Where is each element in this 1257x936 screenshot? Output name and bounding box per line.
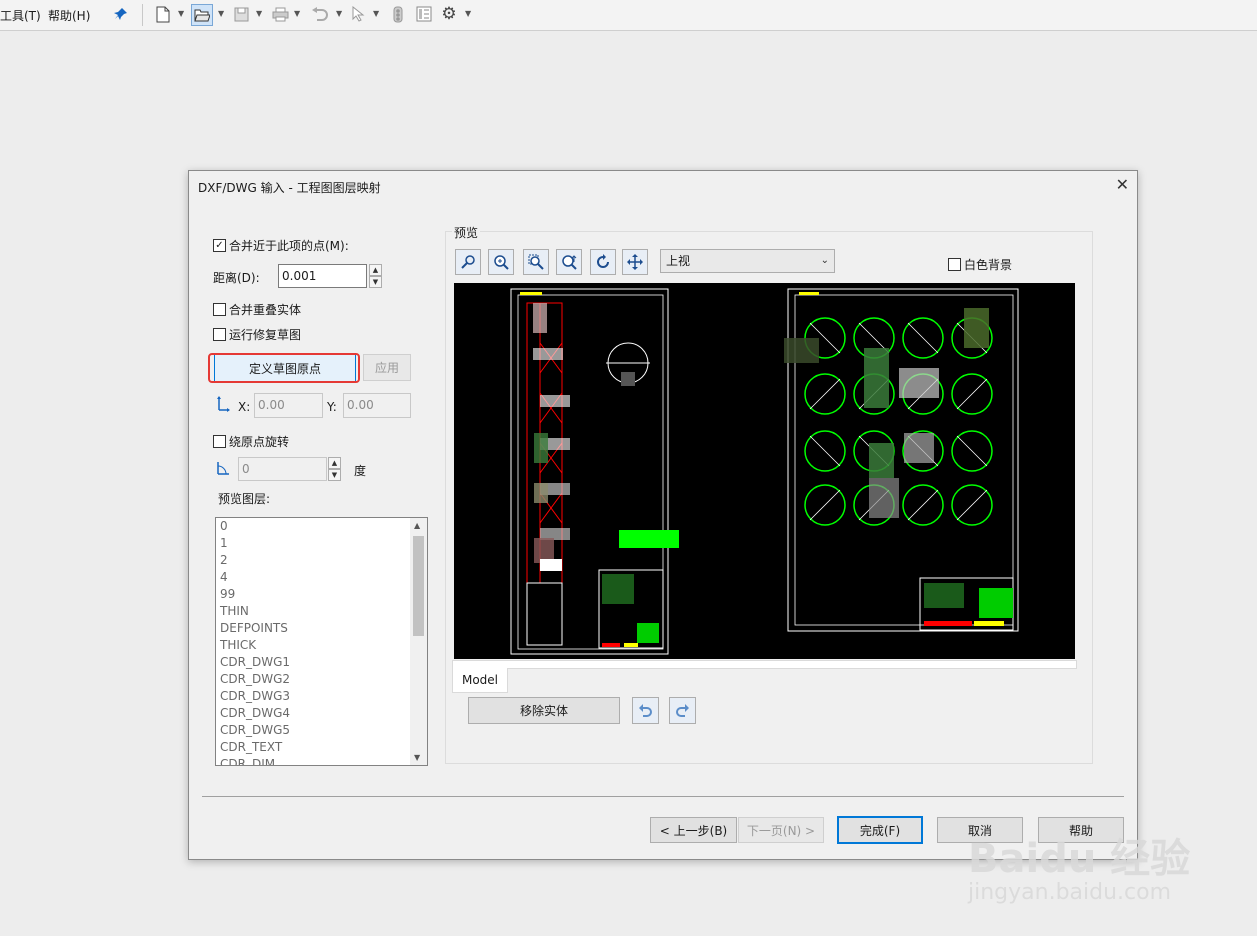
- axes-icon: [216, 396, 230, 416]
- zoom-window-icon[interactable]: [523, 249, 549, 275]
- watermark-logo: Baidu 经验: [968, 836, 1191, 882]
- zoom-fit-icon[interactable]: [455, 249, 481, 275]
- layers-scrollbar[interactable]: ▲ ▼: [410, 518, 427, 765]
- pan-icon[interactable]: [622, 249, 648, 275]
- new-file-icon[interactable]: [153, 4, 173, 24]
- view-select-value: 上视: [666, 254, 691, 268]
- angle-spin-down[interactable]: ▼: [328, 469, 341, 481]
- rotate-angle-icon: [215, 461, 230, 479]
- open-file-icon[interactable]: [191, 4, 213, 26]
- layers-listbox[interactable]: 0 1 2 4 99 THIN DEFPOINTS THICK CDR_DWG1…: [215, 517, 428, 766]
- dxf-import-dialog: DXF/DWG 输入 - 工程图图层映射 ✕ ✓ 合并近于此项的点(M): 距离…: [188, 170, 1138, 860]
- menu-help[interactable]: 帮助(H): [48, 7, 90, 24]
- chevron-down-icon[interactable]: ⌄: [821, 250, 829, 272]
- preview-layers-label: 预览图层:: [218, 492, 271, 506]
- gear-dropdown-icon[interactable]: ▼: [465, 9, 471, 18]
- view-select[interactable]: 上视 ⌄: [660, 249, 835, 273]
- canvas-hscroll[interactable]: [452, 660, 1077, 669]
- scroll-down-icon[interactable]: ▼: [414, 753, 420, 762]
- list-item[interactable]: CDR_DWG5: [216, 722, 410, 739]
- apply-button[interactable]: 应用: [363, 354, 411, 381]
- list-item[interactable]: CDR_DWG4: [216, 705, 410, 722]
- scroll-up-icon[interactable]: ▲: [414, 521, 420, 530]
- list-item[interactable]: CDR_TEXT: [216, 739, 410, 756]
- run-repair-checkbox[interactable]: 运行修复草图: [213, 326, 301, 343]
- open-dropdown-icon[interactable]: ▼: [218, 9, 224, 18]
- redo-remove-icon[interactable]: [669, 697, 696, 724]
- undo-icon[interactable]: [309, 4, 329, 24]
- rotate-label: 绕原点旋转: [229, 435, 290, 449]
- save-icon[interactable]: [231, 4, 251, 24]
- merge-points-label: 合并近于此项的点(M):: [229, 239, 349, 253]
- new-dropdown-icon[interactable]: ▼: [178, 9, 184, 18]
- y-input[interactable]: 0.00: [343, 393, 411, 418]
- white-bg-checkbox[interactable]: 白色背景: [948, 256, 1012, 273]
- angle-unit: 度: [354, 464, 367, 478]
- gear-icon[interactable]: ⚙: [439, 4, 459, 24]
- zoom-in-icon[interactable]: [488, 249, 514, 275]
- select-icon[interactable]: [348, 4, 368, 24]
- dialog-title: DXF/DWG 输入 - 工程图图层映射: [198, 181, 381, 195]
- tab-model[interactable]: Model: [452, 668, 508, 693]
- print-dropdown-icon[interactable]: ▼: [294, 9, 300, 18]
- list-item[interactable]: 4: [216, 569, 410, 586]
- menu-tools[interactable]: 工具(T): [0, 7, 41, 24]
- save-dropdown-icon[interactable]: ▼: [256, 9, 262, 18]
- list-item[interactable]: CDR_DWG3: [216, 688, 410, 705]
- list-item[interactable]: THIN: [216, 603, 410, 620]
- highlight-box: [208, 353, 360, 383]
- undo-remove-icon[interactable]: [632, 697, 659, 724]
- scroll-thumb[interactable]: [413, 536, 424, 636]
- finish-button[interactable]: 完成(F): [837, 816, 923, 844]
- list-item[interactable]: DEFPOINTS: [216, 620, 410, 637]
- list-item[interactable]: 0: [216, 518, 410, 535]
- merge-points-checkbox[interactable]: ✓ 合并近于此项的点(M):: [213, 237, 349, 254]
- list-item[interactable]: 99: [216, 586, 410, 603]
- checkbox-checked-icon[interactable]: ✓: [213, 239, 226, 252]
- list-item[interactable]: 2: [216, 552, 410, 569]
- angle-input[interactable]: 0: [238, 457, 327, 481]
- toolbar-separator: [142, 4, 143, 26]
- traffic-light-icon[interactable]: [388, 4, 408, 24]
- remove-entity-button[interactable]: 移除实体: [468, 697, 620, 724]
- preview-group-label: 预览: [452, 224, 481, 241]
- select-dropdown-icon[interactable]: ▼: [373, 9, 379, 18]
- next-button[interactable]: 下一页(N) >: [738, 817, 824, 843]
- list-item[interactable]: CDR_DIM: [216, 756, 410, 765]
- distance-spin-down[interactable]: ▼: [369, 276, 382, 288]
- distance-input[interactable]: 0.001: [278, 264, 367, 288]
- x-input[interactable]: 0.00: [254, 393, 323, 418]
- list-item[interactable]: THICK: [216, 637, 410, 654]
- list-item[interactable]: CDR_DWG2: [216, 671, 410, 688]
- merge-overlap-checkbox[interactable]: 合并重叠实体: [213, 301, 301, 318]
- white-bg-label: 白色背景: [964, 258, 1013, 272]
- angle-spin-up[interactable]: ▲: [328, 457, 341, 469]
- cad-drawing-preview: [510, 288, 1019, 655]
- zoom-dynamic-icon[interactable]: [556, 249, 582, 275]
- close-icon[interactable]: ✕: [1116, 175, 1129, 194]
- merge-overlap-label: 合并重叠实体: [229, 303, 302, 317]
- list-item[interactable]: 1: [216, 535, 410, 552]
- rotate-checkbox[interactable]: 绕原点旋转: [213, 433, 289, 450]
- rotate-view-icon[interactable]: [590, 249, 616, 275]
- distance-spin-up[interactable]: ▲: [369, 264, 382, 276]
- cad-preview-canvas[interactable]: [454, 283, 1075, 659]
- x-label: X:: [238, 400, 251, 414]
- undo-dropdown-icon[interactable]: ▼: [336, 9, 342, 18]
- y-label: Y:: [327, 400, 337, 414]
- run-repair-label: 运行修复草图: [229, 328, 302, 342]
- distance-label: 距离(D):: [213, 271, 260, 285]
- footer-divider: [202, 796, 1124, 797]
- pin-icon[interactable]: [111, 4, 131, 24]
- options-list-icon[interactable]: [414, 4, 434, 24]
- list-item[interactable]: CDR_DWG1: [216, 654, 410, 671]
- print-icon[interactable]: [270, 4, 290, 24]
- watermark-url: jingyan.baidu.com: [968, 880, 1172, 905]
- app-toolbar: 工具(T) 帮助(H) ▼ ▼ ▼ ▼ ▼ ▼ ⚙ ▼: [0, 0, 1257, 31]
- back-button[interactable]: < 上一步(B): [650, 817, 737, 843]
